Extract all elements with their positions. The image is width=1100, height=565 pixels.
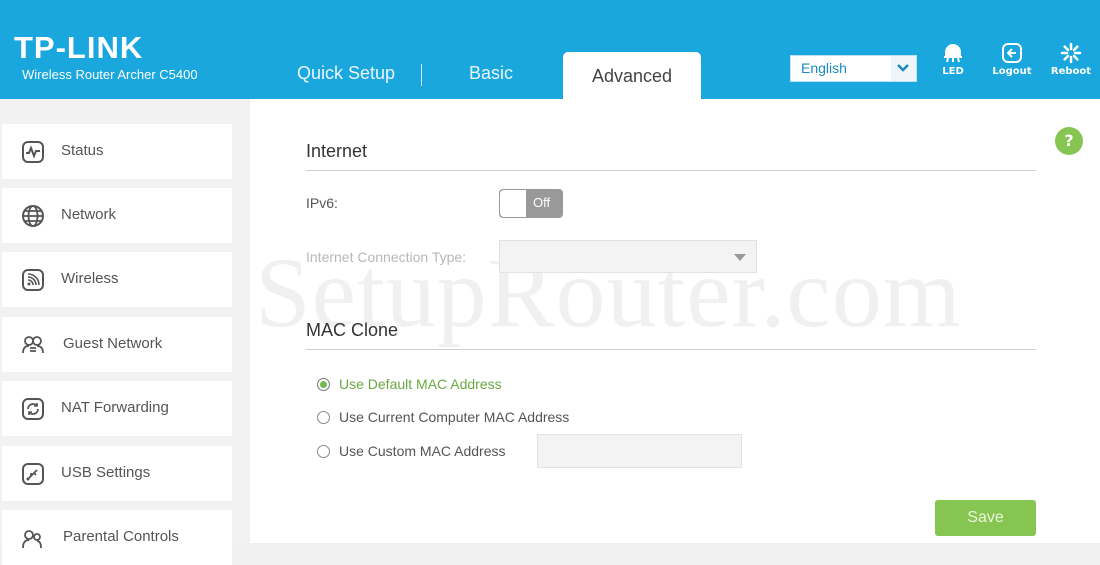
sidebar: Status Network Wireless Guest Network NA… — [0, 99, 250, 565]
language-select[interactable]: English — [790, 55, 917, 82]
section-divider — [306, 349, 1036, 350]
sidebar-item-nat-forwarding[interactable]: NAT Forwarding — [2, 381, 232, 436]
usb-icon — [22, 463, 44, 485]
brand-logo: TP-LINK — [14, 30, 144, 65]
sidebar-item-label: Network — [61, 206, 117, 223]
led-icon — [944, 44, 962, 63]
radio-label: Use Custom MAC Address — [339, 443, 506, 459]
reboot-label: Reboot — [1050, 66, 1092, 77]
ipv6-label: IPv6: — [306, 195, 338, 211]
mac-clone-section-title: MAC Clone — [306, 320, 399, 340]
radio-button[interactable] — [317, 445, 330, 458]
tab-separator — [421, 64, 422, 86]
sidebar-item-label: NAT Forwarding — [61, 399, 169, 416]
radio-label: Use Default MAC Address — [339, 376, 502, 392]
ipv6-toggle[interactable]: Off — [499, 189, 563, 218]
logout-button[interactable]: Logout — [987, 42, 1037, 77]
radio-label: Use Current Computer MAC Address — [339, 409, 570, 425]
reboot-button[interactable]: Reboot — [1046, 42, 1096, 77]
wireless-icon — [22, 269, 44, 291]
tab-advanced[interactable]: Advanced — [563, 52, 701, 99]
custom-mac-input[interactable] — [537, 434, 742, 468]
connection-type-select[interactable] — [499, 240, 757, 273]
router-model: Wireless Router Archer C5400 — [22, 67, 198, 82]
sidebar-item-label: Status — [61, 142, 104, 159]
chevron-down-icon — [891, 56, 916, 81]
tab-quick-setup[interactable]: Quick Setup — [297, 63, 395, 84]
status-icon — [22, 141, 44, 163]
sidebar-item-network[interactable]: Network — [2, 188, 232, 243]
radio-button[interactable] — [317, 411, 330, 424]
header-bar: TP-LINK Wireless Router Archer C5400 Qui… — [0, 0, 1100, 99]
section-divider — [306, 170, 1036, 171]
sidebar-item-parental-controls[interactable]: Parental Controls — [2, 510, 232, 565]
reboot-icon — [1060, 42, 1082, 64]
logout-label: Logout — [992, 66, 1032, 77]
sidebar-item-label: USB Settings — [61, 464, 151, 481]
led-label: LED — [942, 66, 964, 77]
dropdown-arrow-icon — [734, 254, 746, 261]
help-button[interactable]: ? — [1055, 127, 1083, 155]
logout-icon — [1002, 43, 1022, 63]
sidebar-item-guest-network[interactable]: Guest Network — [2, 317, 232, 372]
radio-button[interactable] — [317, 378, 330, 391]
sidebar-item-label: Wireless — [61, 270, 119, 287]
connection-type-label: Internet Connection Type: — [306, 249, 467, 265]
language-selected: English — [801, 60, 847, 76]
led-button[interactable]: LED — [928, 42, 978, 77]
parental-controls-icon — [22, 530, 42, 549]
toggle-state: Off — [533, 195, 551, 210]
nat-forwarding-icon — [22, 398, 44, 420]
sidebar-item-status[interactable]: Status — [2, 124, 232, 179]
sidebar-item-usb-settings[interactable]: USB Settings — [2, 446, 232, 501]
tab-basic[interactable]: Basic — [469, 63, 513, 84]
save-button[interactable]: Save — [935, 500, 1036, 536]
toggle-knob — [500, 190, 526, 217]
internet-section-title: Internet — [306, 141, 368, 161]
sidebar-item-wireless[interactable]: Wireless — [2, 252, 232, 307]
globe-icon — [22, 205, 44, 227]
guest-network-icon — [22, 336, 44, 354]
sidebar-item-label: Guest Network — [63, 335, 163, 352]
sidebar-item-label: Parental Controls — [63, 528, 179, 545]
